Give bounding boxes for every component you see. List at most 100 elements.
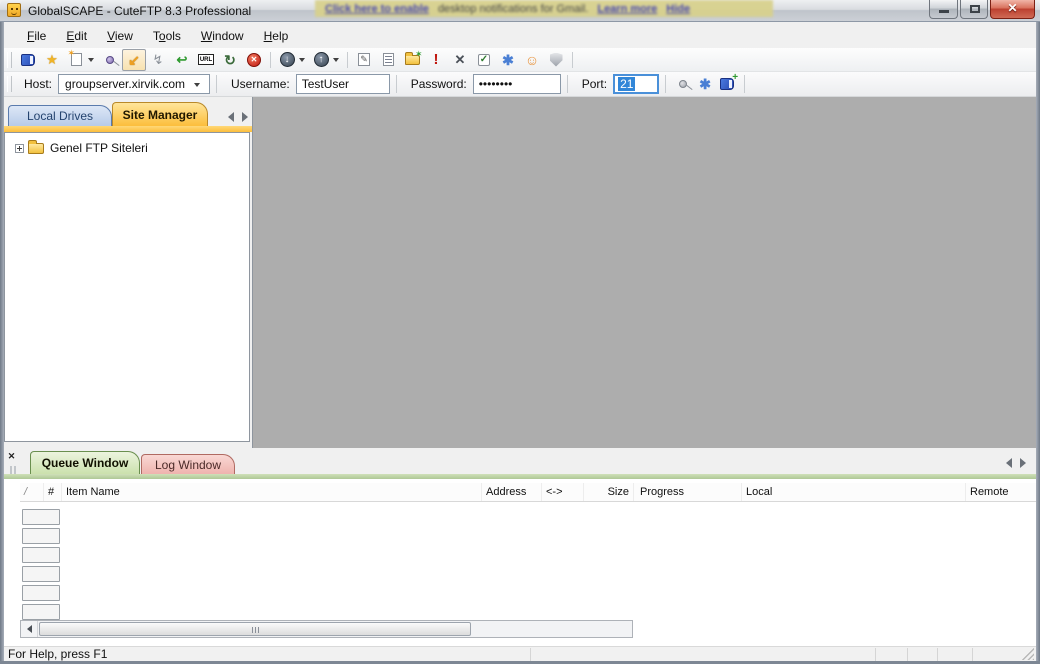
status-bar: For Help, press F1: [4, 646, 1036, 661]
connect-pin-icon: [106, 56, 114, 64]
view-file-button[interactable]: [376, 49, 400, 71]
window-title: GlobalSCAPE - CuteFTP 8.3 Professional: [28, 4, 251, 18]
connection-wizard-button[interactable]: ★: [40, 49, 64, 71]
notification-text: desktop notifications for Gmail.: [438, 3, 588, 15]
notification-hide-link[interactable]: Hide: [666, 3, 690, 15]
username-input[interactable]: [296, 74, 390, 94]
connect-pin-disabled-icon: [679, 80, 687, 88]
menu-bar: File Edit View Tools Window Help: [4, 23, 1036, 48]
connect-button[interactable]: [98, 49, 122, 71]
edit-pencil-icon: ✎: [358, 53, 370, 66]
quickconnect-settings-button[interactable]: ✱: [694, 74, 716, 94]
tab-site-manager[interactable]: Site Manager: [112, 102, 208, 126]
upload-dropdown-icon[interactable]: [333, 58, 339, 62]
status-separator: [907, 648, 908, 661]
port-input[interactable]: 21: [613, 74, 659, 94]
tab-log-window[interactable]: Log Window: [141, 454, 235, 474]
settings-button[interactable]: ✱: [496, 49, 520, 71]
reconnect-button[interactable]: ↩: [170, 49, 194, 71]
menu-tools[interactable]: Tools: [144, 26, 190, 46]
tree-expand-plus-icon[interactable]: [15, 144, 24, 153]
resize-grip[interactable]: [1022, 648, 1034, 660]
site-manager-button[interactable]: [16, 49, 40, 71]
quickconnect-separator: [396, 75, 397, 93]
tab-scroll-left-icon[interactable]: [228, 112, 234, 122]
menu-file[interactable]: File: [18, 26, 55, 46]
tree-item-genel-ftp[interactable]: Genel FTP Siteleri: [15, 141, 148, 155]
download-dropdown-icon[interactable]: [299, 58, 305, 62]
queue-window-panel: / # Item Name Address <-> Size Progress …: [4, 479, 1036, 646]
new-site-button[interactable]: [64, 49, 88, 71]
status-text: For Help, press F1: [8, 647, 107, 661]
gear-icon: ✱: [699, 77, 711, 91]
column-header-progress[interactable]: Progress: [636, 483, 742, 501]
host-combobox[interactable]: groupserver.xirvik.com: [58, 74, 210, 94]
close-icon: ✕: [991, 1, 1034, 15]
toolbar-separator: [572, 52, 573, 68]
toolbar-separator: [347, 52, 348, 68]
priority-button[interactable]: !: [424, 49, 448, 71]
delete-button[interactable]: ✕: [448, 49, 472, 71]
port-value-selected: 21: [618, 77, 635, 91]
password-input[interactable]: [473, 74, 561, 94]
quickconnect-separator: [567, 75, 568, 93]
notification-enable-link[interactable]: Click here to enable: [325, 3, 429, 15]
minimize-button[interactable]: [929, 0, 958, 19]
status-separator: [530, 648, 531, 661]
magic-wand-icon: ★: [46, 53, 58, 66]
menu-window[interactable]: Window: [192, 26, 253, 46]
column-header-direction[interactable]: /: [20, 483, 44, 501]
scrollbar-left-button[interactable]: [21, 621, 38, 637]
notification-learn-more-link[interactable]: Learn more: [597, 3, 657, 15]
tab-scroll-right-icon[interactable]: [242, 112, 248, 122]
disconnect-button[interactable]: ↯: [146, 49, 170, 71]
quickconnect-grip[interactable]: [7, 76, 12, 92]
shield-icon: [550, 53, 563, 67]
title-bar[interactable]: GlobalSCAPE - CuteFTP 8.3 Professional C…: [0, 0, 1040, 22]
column-header-transfer-direction[interactable]: <->: [542, 483, 584, 501]
toolbar-grip[interactable]: [7, 52, 12, 68]
left-pane-tab-row: Local Drives Site Manager: [4, 101, 252, 126]
tab-queue-window[interactable]: Queue Window: [30, 451, 140, 474]
gmail-notification-overlay: Click here to enable desktop notificatio…: [315, 0, 773, 17]
horizontal-scrollbar[interactable]: [20, 620, 633, 638]
bottom-tab-scroll-left-icon[interactable]: [1006, 458, 1012, 468]
menu-view[interactable]: View: [98, 26, 142, 46]
maximize-button[interactable]: [960, 0, 988, 19]
properties-button[interactable]: ✓: [472, 49, 496, 71]
quick-connect-button[interactable]: ↙: [122, 49, 146, 71]
close-button[interactable]: ✕: [990, 0, 1035, 19]
column-header-number[interactable]: #: [44, 483, 62, 501]
new-site-dropdown-icon[interactable]: [88, 58, 94, 62]
upload-arrow-icon: ↑: [314, 52, 329, 67]
menu-edit[interactable]: Edit: [57, 26, 96, 46]
host-dropdown-icon[interactable]: [194, 83, 200, 87]
support-button[interactable]: ☺: [520, 49, 544, 71]
download-button[interactable]: ↓: [275, 49, 299, 71]
column-header-address[interactable]: Address: [482, 483, 542, 501]
refresh-button[interactable]: ↻: [218, 49, 242, 71]
column-header-remote[interactable]: Remote: [966, 483, 1036, 501]
quick-connect-bar: Host: groupserver.xirvik.com Username: P…: [4, 72, 1036, 97]
checkbox-icon: ✓: [478, 54, 490, 66]
copy-url-button[interactable]: URL: [194, 49, 218, 71]
new-folder-button[interactable]: [400, 49, 424, 71]
upload-button[interactable]: ↑: [309, 49, 333, 71]
bottom-pane: ✕ Queue Window Log Window / # Item Name …: [4, 448, 1036, 646]
menu-help[interactable]: Help: [255, 26, 298, 46]
scrollbar-thumb[interactable]: [39, 622, 471, 636]
tab-scroll-arrows: [228, 112, 248, 122]
queue-row-slot: [22, 566, 60, 582]
bottom-tab-scroll-right-icon[interactable]: [1020, 458, 1026, 468]
column-header-item-name[interactable]: Item Name: [62, 483, 482, 501]
quickconnect-add-site-button[interactable]: +: [716, 74, 738, 94]
username-label: Username:: [231, 77, 290, 91]
stop-button[interactable]: ✕: [242, 49, 266, 71]
tab-local-drives[interactable]: Local Drives: [8, 105, 112, 126]
site-manager-book-icon: [21, 54, 35, 66]
quickconnect-connect-button[interactable]: [672, 74, 694, 94]
edit-file-button[interactable]: ✎: [352, 49, 376, 71]
security-button[interactable]: [544, 49, 568, 71]
column-header-local[interactable]: Local: [742, 483, 966, 501]
column-header-size[interactable]: Size: [584, 483, 634, 501]
